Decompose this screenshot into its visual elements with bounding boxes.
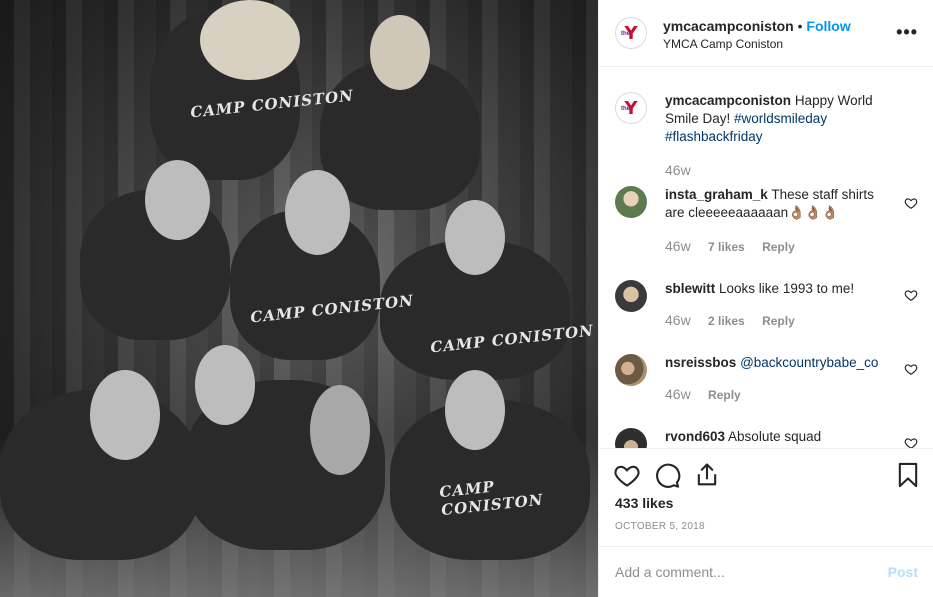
comment-item: rvond603 Absolute squad [615, 428, 918, 448]
caption-meta: 46w [665, 162, 705, 178]
avatar[interactable]: the Y [615, 92, 647, 124]
comment-body: insta_graham_k These staff shirts are cl… [665, 186, 890, 222]
photo-head [285, 170, 350, 255]
comment-body: nsreissbos @backcountrybabe_co [665, 354, 890, 372]
post-date[interactable]: OCTOBER 5, 2018 [615, 521, 705, 532]
more-options-icon[interactable]: ••• [896, 22, 918, 43]
caption: the Y ymcacampconiston Happy World Smile… [615, 92, 918, 182]
comment-body: rvond603 Absolute squad [665, 428, 890, 446]
post-side-panel: the Y ymcacampconiston • Follow YMCA Cam… [598, 0, 933, 597]
likes-count[interactable]: 433 likes [615, 495, 673, 511]
photo-head [145, 160, 210, 240]
comment-time[interactable]: 46w [665, 238, 691, 254]
comment-input[interactable] [615, 561, 875, 583]
comment-time[interactable]: 46w [665, 386, 691, 402]
avatar[interactable] [615, 186, 647, 218]
post-button[interactable]: Post [888, 564, 918, 580]
follow-button[interactable]: Follow [806, 18, 850, 34]
comment-meta: 46w Reply [665, 386, 755, 402]
avatar[interactable] [615, 280, 647, 312]
photo-head [445, 200, 505, 275]
share-icon[interactable] [693, 461, 721, 489]
comment-item: sblewitt Looks like 1993 to me! 46w 2 li… [615, 280, 918, 350]
photo-head [90, 370, 160, 460]
avatar[interactable] [615, 354, 647, 386]
caption-time[interactable]: 46w [665, 162, 691, 178]
comment-item: insta_graham_k These staff shirts are cl… [615, 186, 918, 256]
heart-icon[interactable] [904, 288, 918, 302]
reply-button[interactable]: Reply [762, 240, 795, 254]
photo-head [370, 15, 430, 90]
comment-time[interactable]: 46w [665, 312, 691, 328]
comment-item: nsreissbos @backcountrybabe_co 46w Reply [615, 354, 918, 424]
comment-icon[interactable] [653, 461, 681, 489]
header-name-row: ymcacampconiston • Follow [663, 18, 851, 34]
location-link[interactable]: YMCA Camp Coniston [663, 37, 783, 51]
post-photo[interactable]: CAMP CONISTON CAMP CONISTON CAMP CONISTO… [0, 0, 598, 597]
comment-meta: 46w 2 likes Reply [665, 312, 809, 328]
header-separator: • [797, 18, 803, 34]
avatar[interactable] [615, 428, 647, 448]
photo-head [195, 345, 255, 425]
comment-text: Absolute squad [728, 429, 822, 444]
photo-head [200, 0, 300, 80]
comment-likes[interactable]: 7 likes [708, 240, 745, 254]
header-username[interactable]: ymcacampconiston [663, 18, 794, 34]
mention-link[interactable]: @backcountrybabe_co [740, 355, 878, 370]
hashtag-link[interactable]: #worldsmileday [734, 111, 827, 126]
comment-username[interactable]: insta_graham_k [665, 187, 768, 202]
comment-text: Looks like 1993 to me! [719, 281, 855, 296]
heart-icon[interactable] [904, 196, 918, 210]
add-comment-bar: Post [599, 546, 933, 597]
caption-username[interactable]: ymcacampconiston [665, 93, 791, 108]
ymca-logo-icon: the [621, 106, 630, 112]
ymca-logo-icon: the [621, 31, 630, 37]
heart-icon[interactable] [904, 362, 918, 376]
caption-body: ymcacampconiston Happy World Smile Day! … [665, 92, 895, 146]
heart-icon[interactable] [613, 461, 641, 489]
reply-button[interactable]: Reply [762, 314, 795, 328]
reply-button[interactable]: Reply [708, 388, 741, 402]
hashtag-link[interactable]: #flashbackfriday [665, 129, 763, 144]
comment-username[interactable]: rvond603 [665, 429, 725, 444]
comment-body: sblewitt Looks like 1993 to me! [665, 280, 890, 298]
heart-icon[interactable] [904, 436, 918, 448]
post-header: the Y ymcacampconiston • Follow YMCA Cam… [599, 0, 933, 67]
comment-meta: 46w 7 likes Reply [665, 238, 809, 254]
photo-head [445, 370, 505, 450]
avatar[interactable]: the Y [615, 17, 647, 49]
comment-username[interactable]: nsreissbos [665, 355, 736, 370]
action-bar: 433 likes OCTOBER 5, 2018 [599, 448, 933, 546]
comment-username[interactable]: sblewitt [665, 281, 715, 296]
bookmark-icon[interactable] [894, 461, 922, 489]
photo-head [310, 385, 370, 475]
comment-likes[interactable]: 2 likes [708, 314, 745, 328]
comments-list[interactable]: the Y ymcacampconiston Happy World Smile… [599, 68, 933, 448]
